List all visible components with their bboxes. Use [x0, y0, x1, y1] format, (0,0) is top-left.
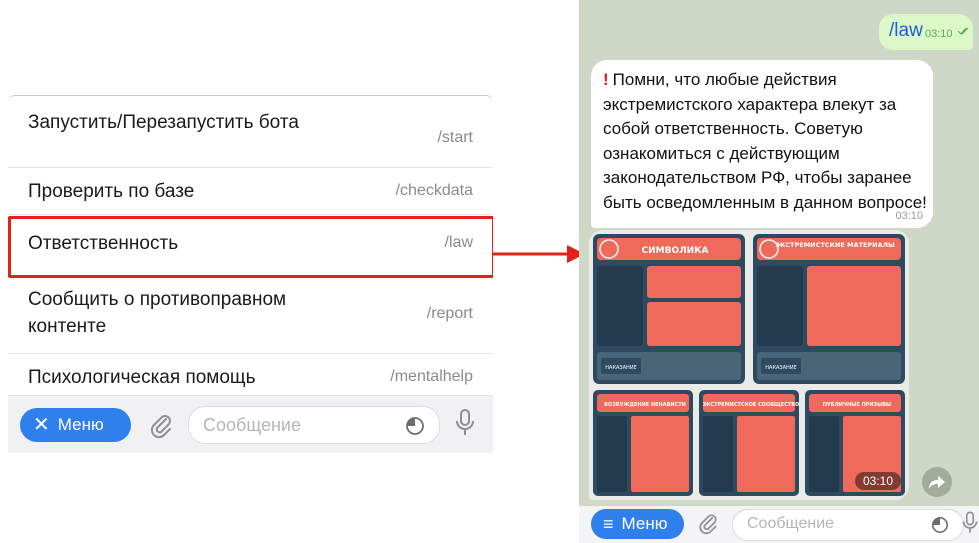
microphone-icon[interactable]: [961, 510, 979, 536]
menu-item-label: Запустить/Перезапустить бота: [28, 112, 299, 133]
warning-message-text: ! Помни, что любые действия экстремистско…: [603, 68, 927, 215]
message-input[interactable]: Сообщение: [732, 509, 964, 541]
menu-button[interactable]: ≡ Меню: [591, 509, 684, 539]
close-icon: ✕: [33, 414, 50, 436]
menu-button-label: Меню: [57, 415, 104, 434]
message-input[interactable]: Сообщение: [188, 406, 440, 444]
paperclip-icon[interactable]: [148, 411, 174, 439]
share-button[interactable]: [922, 467, 952, 497]
highlight-box: [8, 216, 493, 278]
menu-item-checkdata[interactable]: Проверить по базе /checkdata: [8, 168, 493, 215]
menu-button[interactable]: ✕ Меню: [20, 408, 131, 442]
sticker-icon[interactable]: [405, 416, 425, 436]
exclamation-icon: !: [603, 70, 609, 89]
outgoing-message[interactable]: /law 03:10: [879, 14, 973, 50]
menu-item-label: Психологическая помощь: [28, 367, 256, 388]
message-time: 03:10: [925, 28, 953, 40]
infographic-label: НАКАЗАНИЕ: [765, 365, 796, 371]
sticker-icon[interactable]: [931, 516, 949, 534]
double-check-icon: [957, 27, 969, 35]
menu-item-command: /checkdata: [395, 182, 473, 199]
chat-panel: /law 03:10 ! Помни, что любые действия эк…: [579, 0, 979, 543]
image-time: 03:10: [854, 472, 901, 490]
infographic-header: ЭКСТРЕМИСТСКИЕ МАТЕРИАЛЫ: [775, 241, 895, 249]
menu-item-label: Сообщить о противоправном контенте: [28, 289, 287, 337]
menu-item-start[interactable]: Запустить/Перезапустить бота /start: [8, 101, 493, 168]
menu-item-mentalhelp[interactable]: Психологическая помощь /mentalhelp: [8, 355, 493, 397]
menu-item-command: /start: [437, 129, 473, 146]
infographic-header: СИМВОЛИКА: [642, 246, 709, 256]
infographic-header: ВОЗБУЖДЕНИЕ НЕНАВИСТИ: [604, 402, 686, 408]
menu-item-command: /mentalhelp: [390, 368, 473, 385]
message-input-bar: ✕ Меню Сообщение: [8, 395, 493, 453]
menu-item-command: /report: [426, 305, 473, 322]
forward-arrow-icon: [929, 476, 945, 489]
message-placeholder: Сообщение: [203, 415, 301, 435]
arrow-right-icon: [493, 245, 585, 263]
message-time: 03:10: [895, 210, 923, 222]
message-placeholder: Сообщение: [747, 515, 835, 532]
microphone-icon[interactable]: [454, 408, 476, 438]
warning-text: Помни, что любые действия экстремистског…: [603, 70, 927, 212]
infographic-header: ПУБЛИЧНЫЕ ПРИЗЫВЫ: [823, 402, 892, 408]
infographic-header: ЭКСТРЕМИСТСКОЕ СООБЩЕСТВО: [703, 402, 800, 408]
command-menu-panel: Запустить/Перезапустить бота /start Пров…: [8, 95, 493, 453]
menu-button-label: Меню: [621, 514, 668, 533]
chat-input-bar: ≡ Меню Сообщение: [579, 506, 979, 543]
paperclip-icon[interactable]: [697, 511, 719, 535]
outgoing-message-text: /law: [889, 20, 923, 41]
infographic-label: НАКАЗАНИЕ: [605, 365, 636, 371]
infographic-picture: СИМВОЛИКА НАКАЗАНИЕ ЭКСТРЕМИСТСКИЕ МАТЕР…: [589, 230, 909, 500]
infographic-image[interactable]: СИМВОЛИКА НАКАЗАНИЕ ЭКСТРЕМИСТСКИЕ МАТЕР…: [589, 230, 909, 500]
menu-item-label: Проверить по базе: [28, 181, 195, 202]
hamburger-icon: ≡: [603, 514, 614, 534]
menu-item-report[interactable]: Сообщить о противоправном контенте /repo…: [8, 275, 493, 354]
incoming-message[interactable]: ! Помни, что любые действия экстремистско…: [591, 60, 933, 228]
